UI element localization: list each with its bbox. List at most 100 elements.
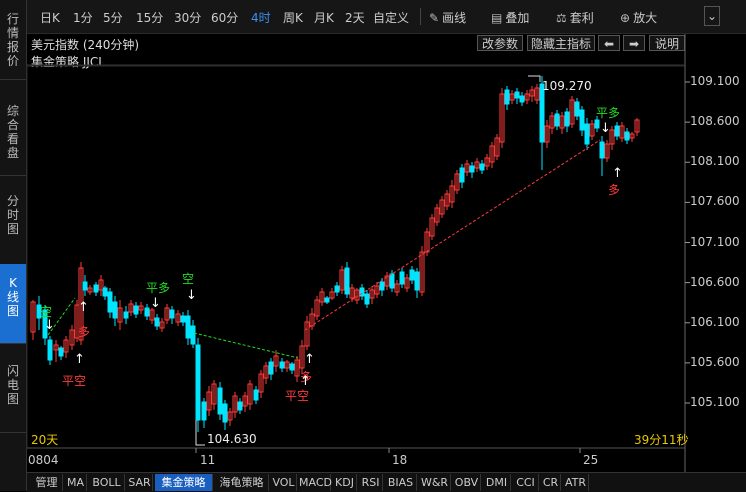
- arrow-down-icon: ↓: [600, 121, 611, 136]
- candle-body: [237, 401, 243, 411]
- tab-9[interactable]: RSI: [359, 474, 383, 491]
- candle-body: [479, 163, 485, 171]
- arrow-up-icon: ↑: [612, 166, 623, 181]
- tab-5[interactable]: 海龟策略: [215, 474, 269, 491]
- candle-body: [268, 361, 274, 375]
- tab-7[interactable]: MACD: [299, 474, 332, 491]
- candle-body: [579, 109, 585, 131]
- candle-body: [334, 285, 340, 293]
- arrow-down-icon: ↓: [150, 296, 161, 311]
- candle-body: [359, 287, 365, 297]
- candle-body: [93, 284, 99, 293]
- candle-body: [195, 344, 201, 421]
- x-tick-label: 0804: [28, 453, 59, 467]
- signal-label: 空: [182, 272, 195, 286]
- candle-body: [82, 281, 88, 291]
- y-tick-label: 107.100: [690, 234, 740, 249]
- countdown-label: 39分11秒: [634, 433, 689, 447]
- candle-body: [133, 305, 139, 315]
- arrow-up-icon: ↑: [300, 374, 311, 389]
- signal-label: 平空: [62, 374, 87, 388]
- tab-11[interactable]: W&R: [419, 474, 451, 491]
- tab-13[interactable]: DMI: [483, 474, 511, 491]
- candle-body: [584, 123, 590, 145]
- candle-body: [409, 269, 415, 281]
- candle-body: [344, 267, 350, 295]
- candle-body: [379, 281, 385, 291]
- candle-body: [222, 403, 228, 423]
- y-tick-label: 108.600: [690, 114, 740, 129]
- tab-15[interactable]: CR: [541, 474, 561, 491]
- signal-label: 平多: [596, 106, 621, 120]
- tab-0[interactable]: 管理: [31, 474, 63, 491]
- trend-line-short: [193, 332, 299, 359]
- trend-line-long: [304, 139, 601, 331]
- candle-body: [469, 165, 475, 173]
- candle-body: [144, 307, 150, 317]
- x-tick-label: 11: [200, 453, 216, 467]
- arrow-up-icon: ↑: [304, 352, 315, 367]
- arrow-up-icon: ↑: [74, 352, 85, 367]
- high-price-label: 109.270: [542, 79, 592, 93]
- candlestick-chart: [26, 34, 690, 472]
- chart-frame: [26, 65, 686, 449]
- candle-body: [399, 271, 405, 285]
- tab-6[interactable]: VOL: [271, 474, 297, 491]
- candle-body: [599, 141, 605, 159]
- candle-body: [504, 89, 510, 105]
- y-tick-label: 105.100: [690, 395, 740, 409]
- candle-body: [154, 317, 160, 327]
- candle-body: [574, 101, 580, 117]
- tab-12[interactable]: OBV: [453, 474, 481, 491]
- candle-body: [217, 387, 223, 415]
- candle-body: [253, 389, 259, 401]
- candle-body: [554, 113, 560, 127]
- arrow-down-icon: ↓: [44, 318, 55, 333]
- high-marker: [528, 75, 541, 82]
- y-tick-label: 105.600: [690, 354, 740, 369]
- tab-10[interactable]: BIAS: [385, 474, 417, 491]
- period-count-label: 20天: [31, 433, 59, 447]
- tab-2[interactable]: BOLL: [89, 474, 125, 491]
- candle-body: [47, 339, 53, 361]
- candle-body: [624, 131, 630, 141]
- tab-4[interactable]: 集金策略: [155, 474, 213, 491]
- candle-body: [180, 315, 186, 323]
- arrow-down-icon: ↓: [186, 288, 197, 303]
- candle-body: [201, 401, 207, 421]
- tab-8[interactable]: KDJ: [333, 474, 357, 491]
- x-tick-label: 25: [583, 453, 599, 467]
- arrow-up-icon: ↑: [78, 300, 89, 315]
- tab-1[interactable]: MA: [65, 474, 87, 491]
- candle-body: [185, 315, 191, 339]
- x-tick-label: 18: [392, 453, 408, 467]
- candle-body: [414, 271, 420, 291]
- candle-body: [364, 293, 370, 305]
- tab-14[interactable]: CCI: [513, 474, 539, 491]
- candle-body: [459, 167, 465, 183]
- tab-16[interactable]: ATR: [563, 474, 589, 491]
- candle-body: [112, 301, 118, 319]
- signal-label: 平空: [285, 389, 310, 403]
- candle-body: [324, 297, 330, 303]
- tab-3[interactable]: SAR: [127, 474, 153, 491]
- low-marker: [195, 438, 205, 446]
- candle-body: [190, 325, 196, 345]
- candle-body: [279, 361, 285, 369]
- candle-body: [107, 291, 113, 313]
- candle-body: [389, 273, 395, 289]
- candle-body: [58, 347, 64, 357]
- candle-body: [289, 363, 295, 371]
- signal-label: 多: [78, 325, 91, 339]
- candle-body: [123, 311, 129, 319]
- indicator-tabs: 管理 MA BOLL SAR 集金策略 海龟策略 VOL MACD KDJ RSI BIAS W&R O…: [27, 472, 746, 492]
- candle-body: [594, 119, 600, 129]
- candle-body: [514, 91, 520, 99]
- y-tick-label: 107.600: [690, 194, 740, 209]
- y-tick-label: 106.600: [690, 274, 740, 289]
- candle-body: [564, 111, 570, 127]
- y-tick-label: 106.100: [690, 314, 740, 329]
- candle-body: [102, 287, 108, 297]
- candle-body: [519, 95, 525, 103]
- y-tick-label: 109.100: [690, 74, 740, 88]
